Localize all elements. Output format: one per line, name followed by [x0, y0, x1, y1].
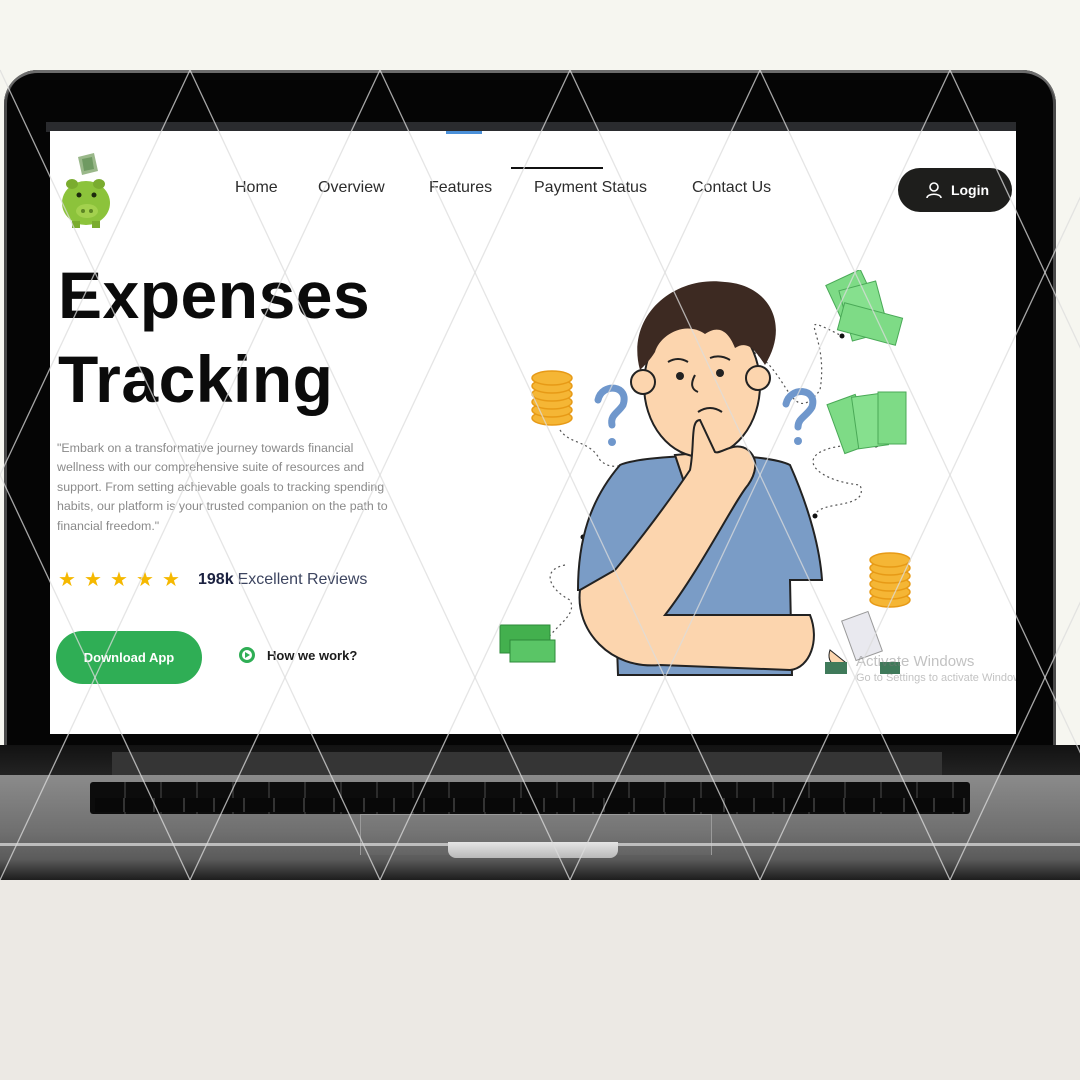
laptop-notch	[448, 842, 618, 858]
activate-windows-watermark: Activate Windows Go to Settings to activ…	[856, 653, 1016, 684]
browser-tab-accent	[446, 131, 482, 134]
user-icon	[926, 182, 942, 199]
watermark-line2: Go to Settings to activate Windows.	[856, 672, 1016, 684]
reviews-label: Excellent Reviews	[237, 571, 368, 588]
star-icon: ★	[162, 569, 180, 591]
star-icon: ★	[110, 569, 128, 591]
hero-title: Expenses Tracking	[58, 253, 370, 421]
piggy-bank-logo[interactable]	[58, 151, 118, 231]
laptop-hinge-bar	[112, 752, 942, 776]
nav-item-features[interactable]: Features	[429, 179, 492, 197]
play-icon	[239, 647, 255, 663]
background-bottom	[0, 878, 1080, 1080]
star-icon: ★	[58, 569, 76, 591]
hero-title-line1: Expenses	[58, 258, 371, 332]
nav-item-contact-us[interactable]: Contact Us	[692, 179, 771, 197]
reviews-row: ★ ★ ★ ★ ★ 198k Excellent Reviews	[58, 569, 368, 591]
star-icon: ★	[84, 569, 102, 591]
nav-item-home[interactable]: Home	[235, 179, 278, 197]
hero-description: "Embark on a transformative journey towa…	[57, 441, 388, 533]
nav-item-payment-status[interactable]: Payment Status	[534, 179, 647, 197]
rating-stars: ★ ★ ★ ★ ★	[58, 569, 180, 591]
how-we-work-link[interactable]: How we work?	[239, 647, 357, 663]
login-button[interactable]: Login	[898, 168, 1012, 212]
hero-title-line2: Tracking	[58, 342, 334, 416]
login-label: Login	[950, 182, 990, 198]
star-icon: ★	[136, 569, 154, 591]
watermark-line1: Activate Windows	[856, 653, 975, 670]
thinking-man-illustration	[499, 270, 911, 676]
laptop-keyboard-row	[95, 798, 965, 812]
nav-item-overview[interactable]: Overview	[318, 179, 385, 197]
download-app-button[interactable]: Download App	[56, 631, 202, 684]
piggy-bank-icon	[62, 153, 110, 228]
reviews-count: 198k	[198, 571, 234, 588]
nav-active-indicator	[511, 167, 603, 169]
how-we-work-label: How we work?	[267, 647, 358, 663]
website-screen: Home Overview Features Payment Status Co…	[50, 131, 1016, 734]
